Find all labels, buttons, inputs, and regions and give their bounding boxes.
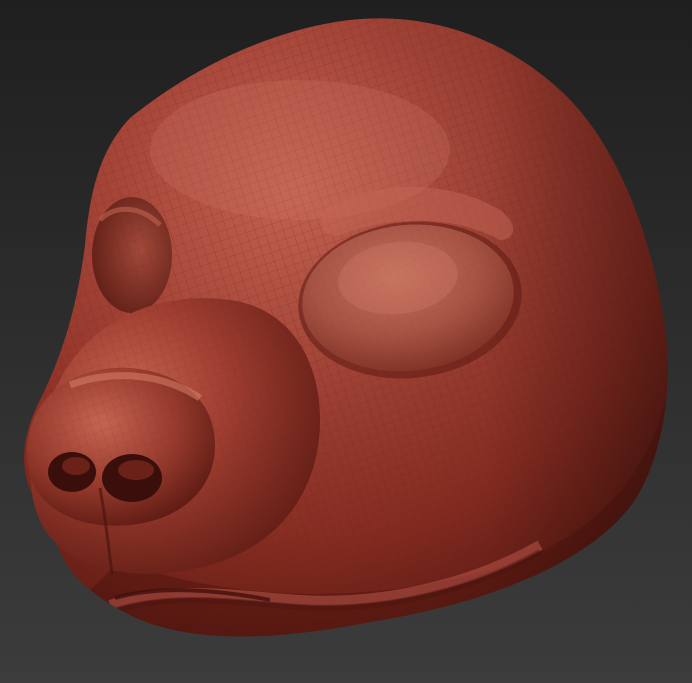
left-nostril (48, 452, 96, 492)
left-eye-socket (92, 197, 172, 313)
sculpt-render (0, 0, 692, 683)
3d-viewport[interactable] (0, 0, 692, 683)
right-nostril (102, 454, 162, 502)
